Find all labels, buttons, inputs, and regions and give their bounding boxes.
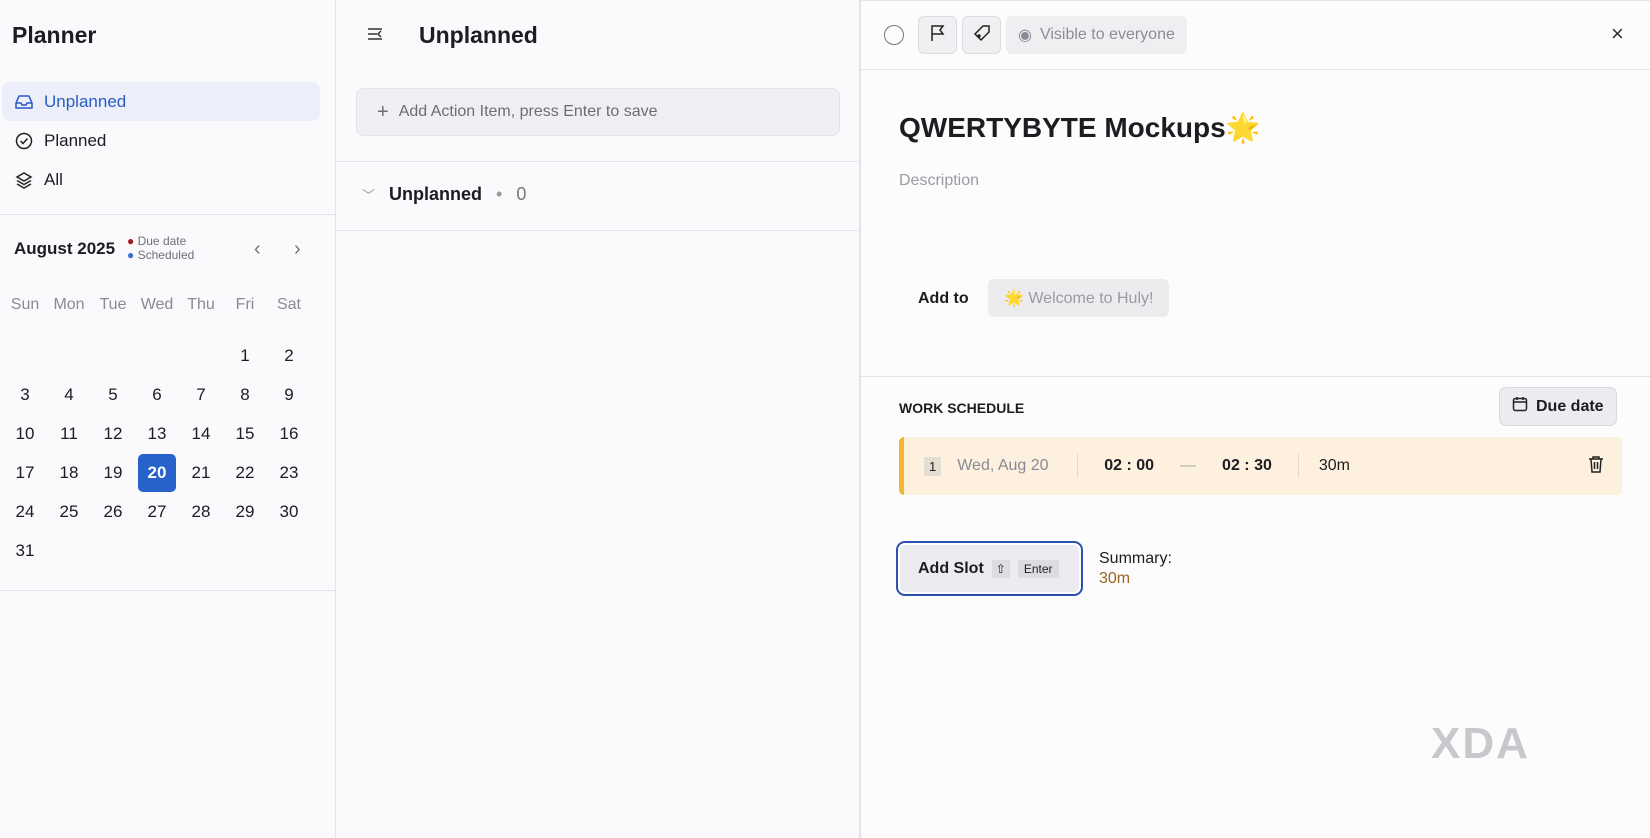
calendar-day[interactable]: 3	[6, 376, 44, 414]
add-action-item-input[interactable]: + Add Action Item, press Enter to save	[356, 88, 840, 136]
calendar-day[interactable]: 29	[226, 493, 264, 531]
calendar-day[interactable]: 1	[226, 337, 264, 375]
chevron-down-icon: ﹀	[362, 188, 376, 203]
visibility-label: Visible to everyone	[1039, 26, 1175, 43]
calendar-day[interactable]: 6	[138, 376, 176, 414]
due-date-label: Due date	[1536, 397, 1604, 415]
slot-date[interactable]: Wed, Aug 20	[957, 457, 1077, 475]
shift-icon: ⇧	[991, 559, 1010, 578]
description-input[interactable]: Description	[899, 172, 979, 190]
page-title: Unplanned	[419, 22, 538, 48]
add-to-button[interactable]: 🌟 Welcome to Huly!	[988, 279, 1170, 317]
weekday-label: Mon	[53, 296, 85, 313]
calendar-day[interactable]: 27	[138, 493, 176, 531]
task-title[interactable]: QWERTYBYTE Mockups🌟	[899, 111, 1261, 144]
calendar-day[interactable]: 11	[50, 415, 88, 453]
summary-value: 30m	[1099, 570, 1131, 587]
calendar-day[interactable]: 26	[94, 493, 132, 531]
calendar-day[interactable]: 15	[226, 415, 264, 453]
calendar-day[interactable]: 17	[6, 454, 44, 492]
calendar-icon	[1512, 396, 1528, 417]
add-action-item-placeholder: Add Action Item, press Enter to save	[398, 103, 658, 120]
divider	[336, 161, 860, 162]
calendar-day[interactable]: 21	[182, 454, 220, 492]
status-circle-icon[interactable]	[884, 25, 904, 45]
calendar-day[interactable]: 19	[94, 454, 132, 492]
calendar-day[interactable]: 7	[182, 376, 220, 414]
slot-index: 1	[924, 456, 942, 476]
add-to-label: Add to	[918, 290, 969, 307]
weekday-label: Wed	[140, 296, 174, 313]
calendar-day[interactable]: 10	[6, 415, 44, 453]
planner-list: Unplanned + Add Action Item, press Enter…	[336, 0, 860, 838]
calendar-day[interactable]: 14	[182, 415, 220, 453]
calendar-day-selected[interactable]: 20	[138, 454, 176, 492]
calendar-day[interactable]: 16	[270, 415, 308, 453]
eye-icon: ◉	[1018, 27, 1032, 44]
weekday-label: Sun	[10, 296, 40, 313]
calendar-day[interactable]: 23	[270, 454, 308, 492]
calendar-day[interactable]: 8	[226, 376, 264, 414]
group-count: 0	[516, 184, 527, 204]
xda-watermark: XDA	[1431, 719, 1530, 768]
calendar-day[interactable]: 5	[94, 376, 132, 414]
tag-button[interactable]	[962, 16, 1001, 54]
calendar-day[interactable]: 13	[138, 415, 176, 453]
group-label: Unplanned	[389, 184, 483, 204]
calendar-day[interactable]: 18	[50, 454, 88, 492]
detail-panel: ◉ Visible to everyone × QWERTYBYTE Mockup…	[860, 0, 1650, 838]
divider	[861, 376, 1650, 377]
calendar-day[interactable]: 2	[270, 337, 308, 375]
sidebar: Planner Unplanned Planned All August 202…	[0, 0, 336, 838]
tag-icon	[973, 24, 991, 47]
work-schedule-label: WORK SCHEDULE	[899, 400, 1025, 416]
calendar-day[interactable]: 4	[50, 376, 88, 414]
slot-start-time[interactable]: 02 : 00	[1104, 457, 1154, 475]
visibility-button[interactable]: ◉ Visible to everyone	[1006, 16, 1187, 54]
calendar-day[interactable]: 30	[270, 493, 308, 531]
divider	[336, 230, 860, 231]
shortcut-key: Enter	[1017, 559, 1059, 578]
calendar-day[interactable]: 31	[6, 532, 44, 570]
close-icon[interactable]: ×	[1611, 21, 1624, 47]
plus-icon: +	[377, 100, 389, 123]
schedule-slot[interactable]: 1 Wed, Aug 20 02 : 00 — 02 : 30 30m	[899, 437, 1622, 495]
calendar-day[interactable]: 9	[270, 376, 308, 414]
weekday-label: Tue	[99, 296, 127, 313]
slot-end-time[interactable]: 02 : 30	[1222, 457, 1272, 475]
group-header-unplanned[interactable]: ﹀ Unplanned • 0	[362, 184, 526, 205]
calendar-day[interactable]: 22	[226, 454, 264, 492]
weekday-label: Thu	[187, 296, 215, 313]
trash-icon[interactable]	[1588, 455, 1604, 478]
toggle-sidebar-icon[interactable]	[366, 25, 384, 48]
add-slot-button[interactable]: Add Slot ⇧ Enter	[896, 541, 1083, 596]
weekday-label: Fri	[235, 296, 255, 313]
divider	[861, 69, 1650, 70]
calendar-day[interactable]: 24	[6, 493, 44, 531]
slot-duration: 30m	[1318, 457, 1350, 474]
weekday-label: Sat	[276, 296, 301, 313]
flag-button[interactable]	[918, 16, 957, 54]
add-slot-label: Add Slot	[918, 559, 984, 577]
calendar-day[interactable]: 25	[50, 493, 88, 531]
calendar-day[interactable]: 28	[182, 493, 220, 531]
calendar-grid: Sun Mon Tue Wed Thu Fri Sat 1 2 3 4 5 6 7 8 9 10 11 12 13 14…	[3, 0, 333, 600]
divider	[0, 590, 336, 591]
slot-separator: —	[1180, 457, 1197, 474]
due-date-button[interactable]: Due date	[1499, 387, 1617, 426]
summary-label: Summary:	[1099, 550, 1172, 567]
calendar-day[interactable]: 12	[94, 415, 132, 453]
flag-icon	[930, 24, 946, 47]
